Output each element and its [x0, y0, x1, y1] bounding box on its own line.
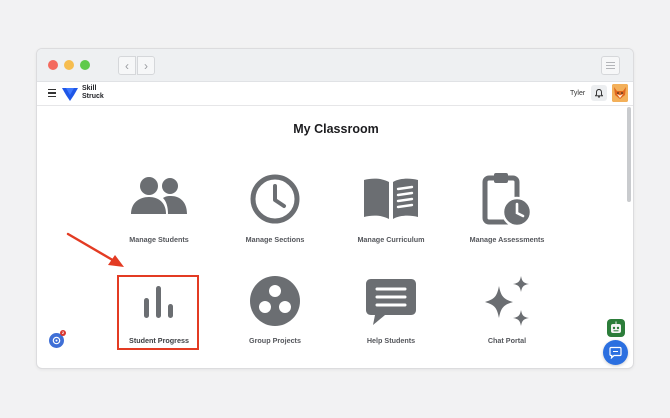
brand-line-1: Skill	[82, 85, 97, 92]
tile-label: Manage Curriculum	[357, 235, 425, 244]
tile-help-students[interactable]: Help Students	[333, 273, 449, 353]
maximize-window-button[interactable]	[80, 60, 90, 70]
chevron-right-icon: ›	[144, 58, 148, 73]
close-window-button[interactable]	[48, 60, 58, 70]
browser-titlebar: ‹ ›	[37, 49, 633, 82]
book-icon	[364, 178, 418, 219]
browser-window: ‹ › Skill Struck Tyler My Classroom Mana…	[36, 48, 634, 369]
bell-icon	[595, 88, 603, 98]
group-circle-icon	[250, 276, 300, 326]
tile-manage-sections[interactable]: Manage Sections	[217, 172, 333, 252]
user-avatar[interactable]	[612, 84, 628, 102]
annotation-arrow-icon	[66, 232, 124, 267]
brand-logo-text[interactable]: Skill Struck	[82, 85, 112, 100]
assistant-bot-button[interactable]	[607, 319, 625, 337]
tile-label: Manage Assessments	[469, 235, 545, 244]
robot-icon	[611, 321, 621, 333]
tile-label: Help Students	[366, 336, 416, 345]
chevron-left-icon: ‹	[125, 58, 129, 73]
students-icon	[131, 177, 187, 214]
back-button[interactable]: ‹	[118, 56, 136, 75]
app-header: Skill Struck Tyler	[37, 82, 633, 106]
tile-manage-curriculum[interactable]: Manage Curriculum	[333, 172, 449, 252]
page-title: My Classroom	[293, 122, 379, 136]
highlight-box	[117, 275, 199, 350]
notifications-button[interactable]	[591, 85, 607, 101]
tile-chat-portal[interactable]: Chat Portal	[449, 273, 565, 353]
sparkles-icon	[485, 276, 529, 326]
user-name: Tyler	[570, 90, 586, 97]
skillstruck-logo-icon	[62, 88, 78, 101]
tile-label: Manage Sections	[245, 235, 305, 244]
browser-menu-button[interactable]	[601, 56, 620, 75]
clock-icon	[250, 174, 300, 224]
chat-bubble-icon	[609, 346, 622, 359]
notification-count-badge: 2	[60, 330, 66, 336]
forward-button[interactable]: ›	[137, 56, 155, 75]
widget-icon	[52, 336, 61, 345]
chat-lines-icon	[366, 279, 416, 325]
tile-manage-assessments[interactable]: Manage Assessments	[449, 172, 565, 252]
menu-icon	[606, 62, 615, 69]
clipboard-clock-icon	[482, 173, 533, 228]
tile-group-projects[interactable]: Group Projects	[217, 273, 333, 353]
tile-label: Chat Portal	[487, 336, 527, 345]
chat-launcher-button[interactable]	[603, 340, 628, 365]
minimize-window-button[interactable]	[64, 60, 74, 70]
fox-avatar-icon	[612, 84, 628, 102]
hamburger-menu-icon[interactable]	[48, 89, 56, 98]
brand-line-2: Struck	[82, 92, 104, 100]
tile-label: Group Projects	[249, 336, 301, 345]
